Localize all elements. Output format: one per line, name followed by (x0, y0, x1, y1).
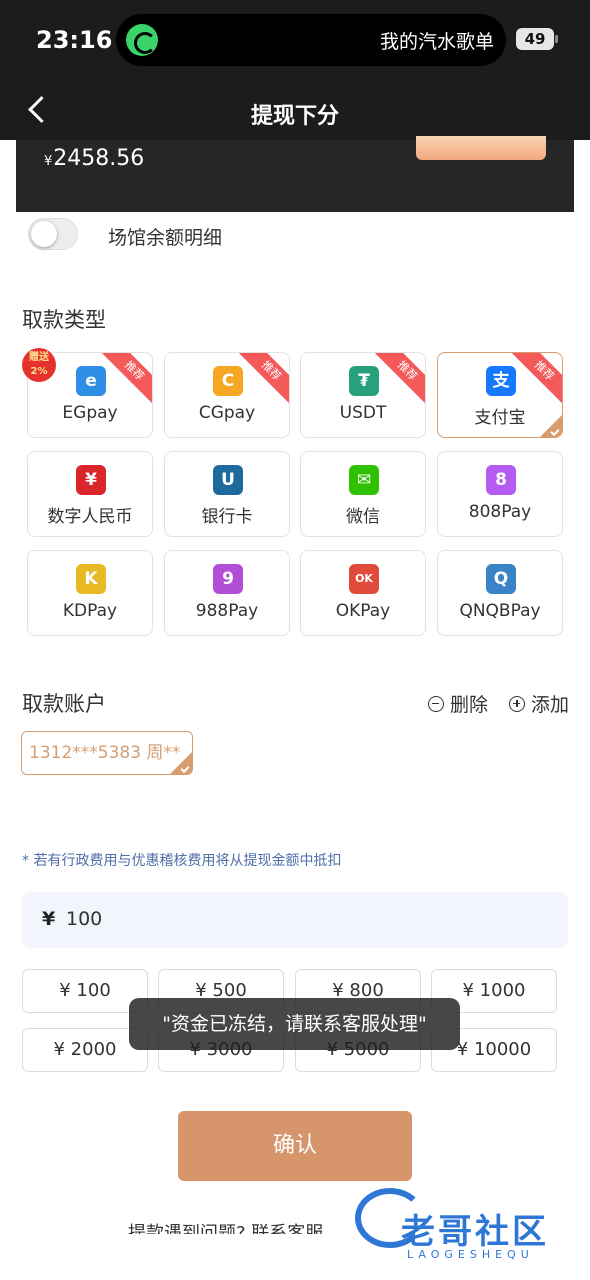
payment-method-card[interactable]: ✉ 微信 (300, 451, 426, 537)
digital-rmb-icon: ¥ (76, 465, 106, 495)
payment-method-card[interactable]: C CGpay 推荐 (164, 352, 290, 438)
recommend-ribbon: 推荐 (508, 353, 562, 407)
cgpay-icon: C (213, 366, 243, 396)
payment-method-card[interactable]: U 银行卡 (164, 451, 290, 537)
venue-balance-label: 场馆余额明细 (108, 227, 223, 249)
dynamic-island[interactable]: 我的汽水歌单 (116, 14, 506, 66)
status-time: 23:16 (36, 26, 113, 54)
payment-method-label: QNQBPay (459, 601, 541, 621)
payment-method-grid: e EGpay 推荐 C CGpay 推荐 ₮ USDT 推荐支支付宝 推荐 ¥ 数字人民币 U 银行卡 ✉… (27, 352, 564, 636)
payment-method-card[interactable]: 支支付宝 推荐 (437, 352, 563, 438)
fee-note: * 若有行政费用与优惠稽核费用将从提现金额中抵扣 (22, 853, 342, 869)
payment-method-card[interactable]: K KDPay (27, 550, 153, 636)
payment-method-card[interactable]: OK OKPay (300, 550, 426, 636)
amount-input-box[interactable]: ¥ 100 (22, 892, 568, 948)
payment-method-card[interactable]: ¥ 数字人民币 (27, 451, 153, 537)
qnqbpay-icon: Q (486, 564, 516, 594)
delete-account-button[interactable]: 删除 (428, 690, 488, 717)
payment-method-card[interactable]: ₮ USDT 推荐 (300, 352, 426, 438)
egpay-icon: e (76, 366, 106, 396)
payment-method-label: 微信 (346, 507, 380, 527)
payment-method-label: 808Pay (468, 502, 532, 522)
currency-symbol: ¥ (42, 908, 56, 930)
kdpay-icon: K (76, 564, 106, 594)
gift-badge: 赠送2% (22, 348, 56, 382)
808pay-icon: 8 (486, 465, 516, 495)
wechat-icon: ✉ (349, 465, 379, 495)
okpay-icon: OK (349, 564, 379, 594)
payment-method-card[interactable]: 8 808Pay (437, 451, 563, 537)
alipay-icon: 支 (486, 366, 516, 396)
account-title: 取款账户 (22, 692, 106, 716)
payment-method-label: 银行卡 (201, 507, 253, 527)
payment-method-label: 988Pay (195, 601, 259, 621)
card-action-button[interactable] (416, 136, 546, 160)
recommend-ribbon: 推荐 (235, 353, 289, 407)
plus-circle-icon (509, 695, 525, 712)
add-account-button[interactable]: 添加 (509, 690, 569, 717)
toast-message: "资金已冻结，请联系客服处理" (129, 998, 460, 1050)
now-playing-text: 我的汽水歌单 (379, 31, 494, 53)
payment-method-label: OKPay (335, 601, 391, 621)
balance-amount: ¥2458.56 (44, 146, 145, 171)
usdt-icon: ₮ (349, 366, 379, 396)
payment-method-label: KDPay (62, 601, 118, 621)
music-app-icon (126, 24, 158, 56)
venue-balance-toggle[interactable] (28, 218, 78, 250)
payment-method-label: EGpay (62, 403, 118, 423)
footer-help-text[interactable]: 提款遇到问题? 联系客服 (128, 1222, 323, 1234)
selected-account-chip[interactable]: 1312***5383 周** (21, 731, 193, 775)
confirm-button[interactable]: 确认 (178, 1111, 412, 1181)
payment-type-title: 取款类型 (22, 308, 106, 332)
watermark-logo: 老哥社区 LAOGESHEQU (355, 1188, 580, 1270)
page-title: 提现下分 (250, 104, 339, 129)
recommend-ribbon: 推荐 (98, 353, 152, 407)
payment-method-card[interactable]: 9 988Pay (164, 550, 290, 636)
988pay-icon: 9 (213, 564, 243, 594)
payment-method-label: CGpay (198, 403, 256, 423)
payment-method-card[interactable]: Q QNQBPay (437, 550, 563, 636)
unionpay-icon: U (213, 465, 243, 495)
balance-card: ¥2458.56 (16, 136, 574, 212)
minus-circle-icon (428, 695, 444, 712)
amount-input[interactable]: 100 (66, 908, 366, 930)
recommend-ribbon: 推荐 (371, 353, 425, 407)
header-bar: 23:16 我的汽水歌单 49 提现下分 (0, 0, 590, 140)
payment-method-label: 数字人民币 (47, 507, 133, 527)
payment-method-label: USDT (339, 403, 387, 423)
battery-icon: 49 (516, 28, 558, 50)
